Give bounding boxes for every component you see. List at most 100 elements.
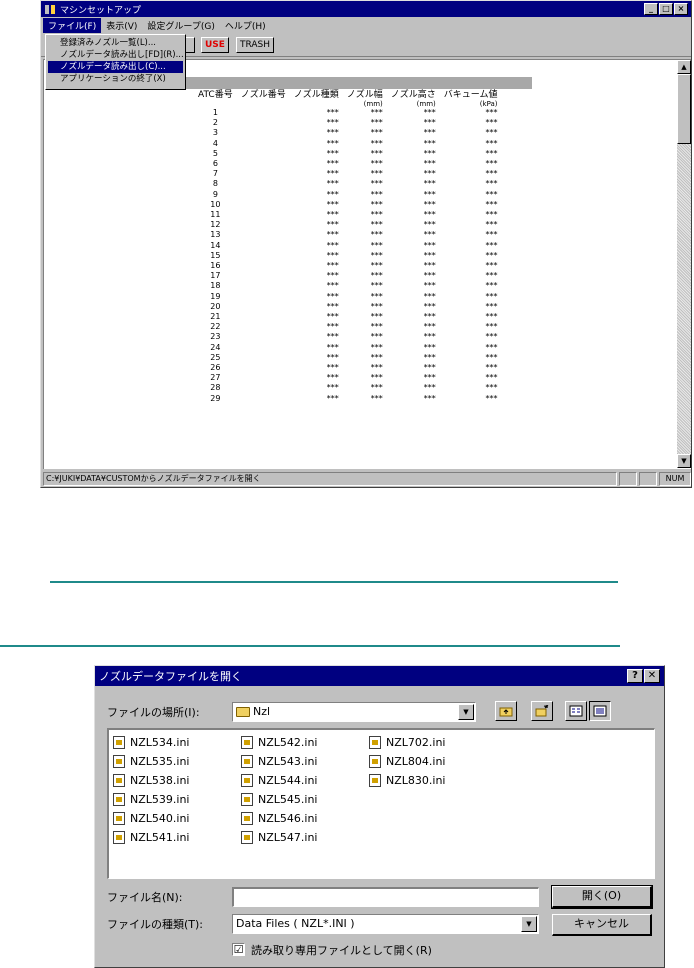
file-item[interactable]: NZL546.ini bbox=[241, 809, 317, 828]
file-item[interactable]: NZL544.ini bbox=[241, 771, 317, 790]
scroll-thumb[interactable] bbox=[677, 74, 691, 144]
file-item[interactable]: NZL542.ini bbox=[241, 733, 317, 752]
table-row[interactable]: 5 *** *** *** *** bbox=[194, 149, 502, 159]
menu-item-read-nozzle-fd[interactable]: ノズルデータ読み出し[FD](R)... bbox=[48, 49, 184, 61]
nozzle-number-cell bbox=[237, 200, 290, 210]
dialog-title: ノズルデータファイルを開く bbox=[99, 670, 242, 683]
table-row[interactable]: 21 *** *** *** *** bbox=[194, 312, 502, 322]
details-view-button[interactable] bbox=[589, 701, 611, 721]
chevron-down-icon[interactable]: ▼ bbox=[458, 704, 474, 720]
table-row[interactable]: 11 *** *** *** *** bbox=[194, 210, 502, 220]
nozzle-number-cell bbox=[237, 251, 290, 261]
file-column: NZL702.ini NZL804.ini NZL830.ini bbox=[369, 733, 445, 790]
filename-input[interactable] bbox=[232, 887, 539, 907]
scroll-up-icon[interactable]: ▲ bbox=[677, 60, 691, 74]
menu-item-read-nozzle-data[interactable]: ノズルデータ読み出し(C)... bbox=[48, 61, 183, 73]
close-icon[interactable]: ✕ bbox=[644, 669, 660, 683]
menu-settings-group[interactable]: 設定グループ(G) bbox=[142, 18, 219, 33]
maximize-icon[interactable]: □ bbox=[659, 3, 673, 15]
file-item[interactable]: NZL534.ini bbox=[113, 733, 189, 752]
trash-button[interactable]: TRASH bbox=[236, 37, 275, 53]
table-row[interactable]: 24 *** *** *** *** bbox=[194, 343, 502, 353]
vertical-scrollbar[interactable]: ▲ ▼ bbox=[677, 60, 691, 468]
table-cell: *** bbox=[370, 322, 383, 332]
table-row[interactable]: 18 *** *** *** *** bbox=[194, 281, 502, 291]
table-row[interactable]: 25 *** *** *** *** bbox=[194, 353, 502, 363]
list-view-button[interactable] bbox=[565, 701, 587, 721]
menu-item-registered-nozzles[interactable]: 登録済みノズル一覧(L)... bbox=[48, 37, 183, 49]
file-list[interactable]: NZL534.ini NZL535.ini NZL538.ini NZL539.ini… bbox=[107, 728, 655, 879]
table-row[interactable]: 29 *** *** *** *** bbox=[194, 394, 502, 404]
table-row[interactable]: 27 *** *** *** *** bbox=[194, 373, 502, 383]
menu-file[interactable]: ファイル(F) bbox=[43, 17, 102, 33]
table-row[interactable]: 9 *** *** *** *** bbox=[194, 190, 502, 200]
table-row[interactable]: 22 *** *** *** *** bbox=[194, 322, 502, 332]
help-icon[interactable]: ? bbox=[627, 669, 643, 683]
file-item[interactable]: NZL541.ini bbox=[113, 828, 189, 847]
use-button[interactable]: USE bbox=[201, 37, 229, 53]
minimize-icon[interactable]: _ bbox=[644, 3, 658, 15]
table-cell: *** bbox=[326, 240, 339, 250]
table-row[interactable]: 16 *** *** *** *** bbox=[194, 261, 502, 271]
readonly-checkbox[interactable]: ☑ bbox=[232, 943, 245, 956]
table-row[interactable]: 17 *** *** *** *** bbox=[194, 271, 502, 281]
chevron-down-icon[interactable]: ▼ bbox=[521, 916, 537, 932]
table-row[interactable]: 6 *** *** *** *** bbox=[194, 159, 502, 169]
filetype-combo[interactable]: Data Files ( NZL*.INI ) ▼ bbox=[232, 914, 539, 934]
table-row[interactable]: 3 *** *** *** *** bbox=[194, 128, 502, 138]
cancel-button[interactable]: キャンセル bbox=[552, 914, 652, 936]
new-folder-button[interactable] bbox=[531, 701, 553, 721]
file-item[interactable]: NZL535.ini bbox=[113, 752, 189, 771]
table-cell: *** bbox=[326, 291, 339, 301]
nozzle-number-cell bbox=[237, 128, 290, 138]
file-name: NZL540.ini bbox=[130, 812, 190, 825]
table-row[interactable]: 19 *** *** *** *** bbox=[194, 292, 502, 302]
menu-help[interactable]: ヘルプ(H) bbox=[220, 18, 271, 33]
table-cell: *** bbox=[370, 108, 383, 117]
atc-number-cell: 9 bbox=[212, 189, 218, 199]
table-row[interactable]: 10 *** *** *** *** bbox=[194, 200, 502, 210]
file-item[interactable]: NZL540.ini bbox=[113, 809, 189, 828]
table-cell: *** bbox=[423, 138, 436, 148]
nozzle-number-cell bbox=[237, 373, 290, 383]
table-cell: *** bbox=[423, 301, 436, 311]
file-item[interactable]: NZL543.ini bbox=[241, 752, 317, 771]
atc-number-cell: 23 bbox=[210, 332, 221, 342]
toolbar-button[interactable] bbox=[185, 37, 195, 53]
location-combo[interactable]: Nzl ▼ bbox=[232, 702, 476, 722]
ini-file-icon bbox=[241, 736, 253, 749]
close-icon[interactable]: × bbox=[674, 3, 688, 15]
file-item[interactable]: NZL804.ini bbox=[369, 752, 445, 771]
file-item[interactable]: NZL830.ini bbox=[369, 771, 445, 790]
table-row[interactable]: 13 *** *** *** *** bbox=[194, 230, 502, 240]
table-row[interactable]: 28 *** *** *** *** bbox=[194, 383, 502, 393]
table-row[interactable]: 15 *** *** *** *** bbox=[194, 251, 502, 261]
table-row[interactable]: 12 *** *** *** *** bbox=[194, 220, 502, 230]
open-button[interactable]: 開く(O) bbox=[551, 885, 653, 909]
ini-file-icon bbox=[241, 831, 253, 844]
table-row[interactable]: 4 *** *** *** *** bbox=[194, 139, 502, 149]
table-cell: *** bbox=[423, 108, 436, 117]
file-item[interactable]: NZL545.ini bbox=[241, 790, 317, 809]
table-row[interactable]: 8 *** *** *** *** bbox=[194, 179, 502, 189]
file-item[interactable]: NZL702.ini bbox=[369, 733, 445, 752]
table-row[interactable]: 26 *** *** *** *** bbox=[194, 363, 502, 373]
menu-view[interactable]: 表示(V) bbox=[101, 18, 142, 33]
file-item[interactable]: NZL539.ini bbox=[113, 790, 189, 809]
file-item[interactable]: NZL547.ini bbox=[241, 828, 317, 847]
table-row[interactable]: 2 *** *** *** *** bbox=[194, 118, 502, 128]
atc-number-cell: 24 bbox=[210, 342, 221, 352]
up-folder-button[interactable] bbox=[495, 701, 517, 721]
menu-item-exit[interactable]: アプリケーションの終了(X) bbox=[48, 73, 183, 85]
file-item[interactable]: NZL538.ini bbox=[113, 771, 189, 790]
table-row[interactable]: 14 *** *** *** *** bbox=[194, 241, 502, 251]
table-row[interactable]: 1 *** *** *** *** bbox=[194, 108, 502, 118]
atc-number-cell: 13 bbox=[210, 230, 221, 240]
table-row[interactable]: 7 *** *** *** *** bbox=[194, 169, 502, 179]
scroll-down-icon[interactable]: ▼ bbox=[677, 454, 691, 468]
table-row[interactable]: 20 *** *** *** *** bbox=[194, 302, 502, 312]
file-name: NZL804.ini bbox=[386, 755, 446, 768]
ini-file-icon bbox=[369, 736, 381, 749]
table-row[interactable]: 23 *** *** *** *** bbox=[194, 332, 502, 342]
table-cell: *** bbox=[485, 281, 498, 291]
